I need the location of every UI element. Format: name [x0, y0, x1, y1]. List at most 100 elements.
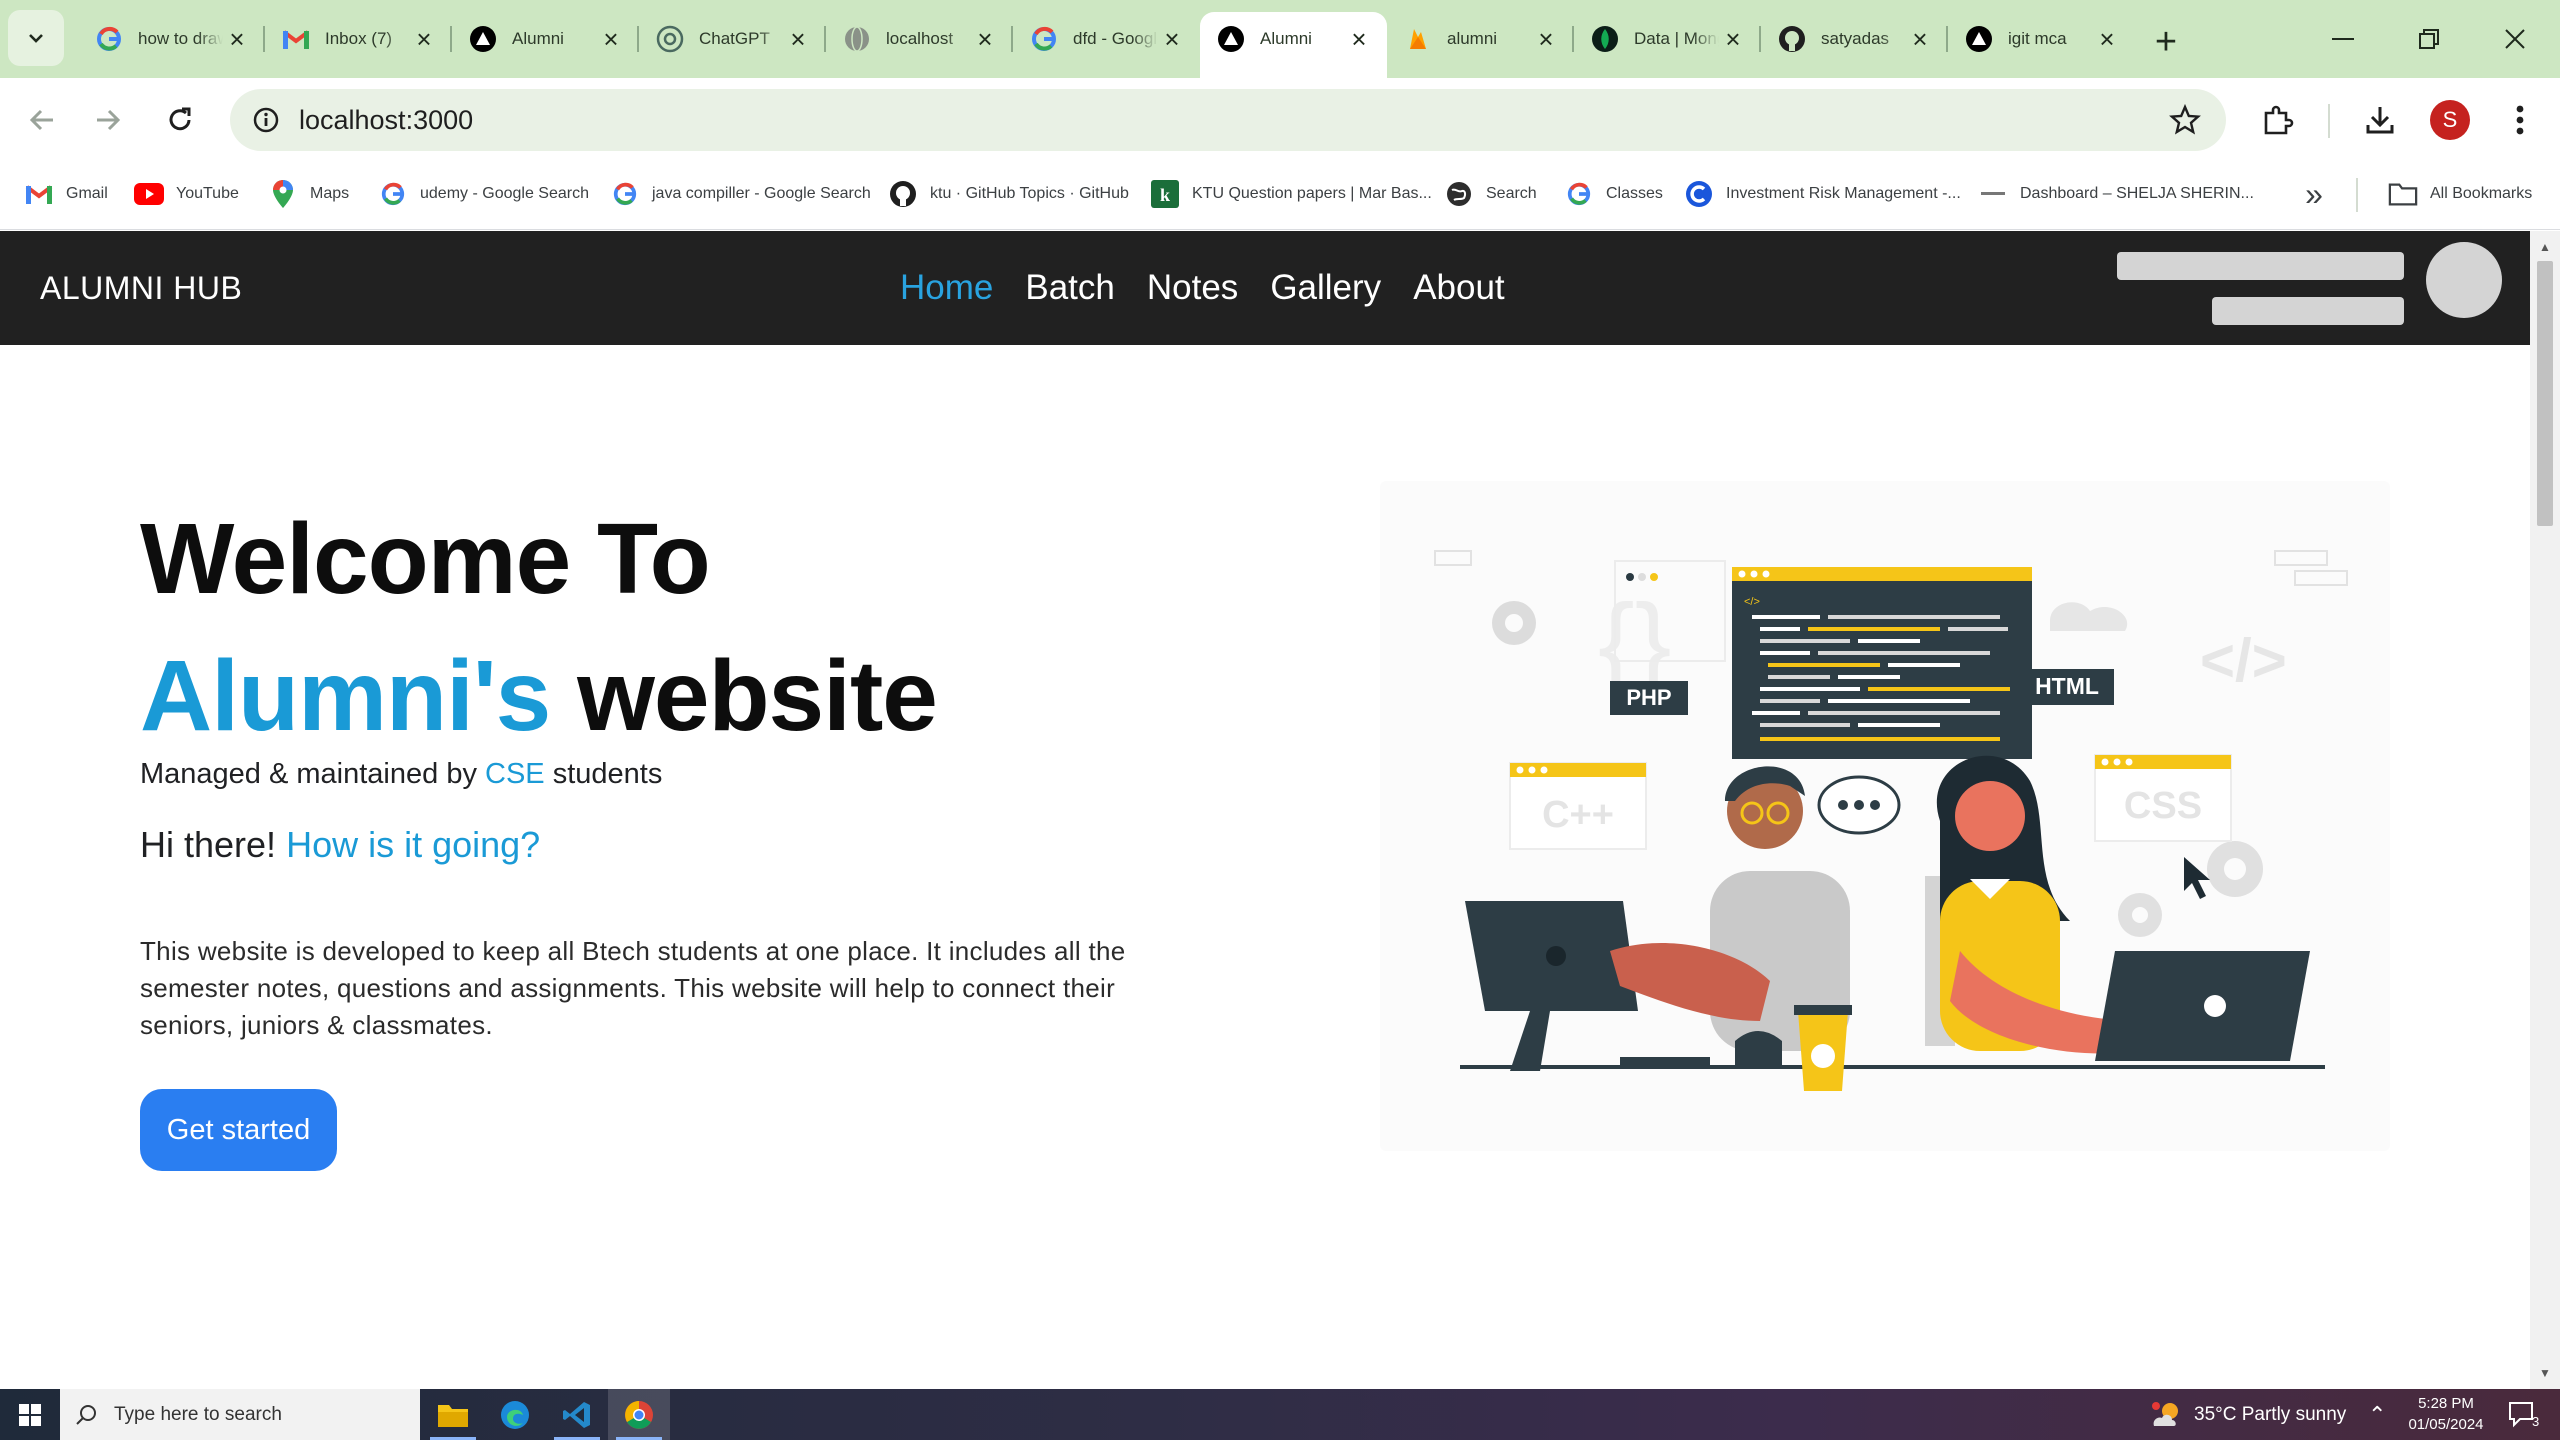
- bookmark-label: Maps: [310, 185, 350, 202]
- mouse-cursor-icon: [2184, 857, 2210, 899]
- chrome-menu-button[interactable]: [2496, 96, 2544, 144]
- downloads-button[interactable]: [2356, 96, 2404, 144]
- restore-button[interactable]: [2386, 0, 2472, 78]
- reload-icon: [169, 107, 191, 131]
- tab[interactable]: Inbox (7) ×: [265, 12, 452, 66]
- new-tab-button[interactable]: +: [2142, 18, 2190, 66]
- windows-logo-icon: [19, 1403, 41, 1426]
- bookmark-maps[interactable]: Maps: [268, 176, 349, 212]
- forward-button[interactable]: [84, 96, 132, 144]
- close-icon[interactable]: ×: [1158, 24, 1186, 54]
- weather-widget[interactable]: 35°C Partly sunny: [2150, 1389, 2346, 1440]
- close-window-button[interactable]: [2472, 0, 2558, 78]
- get-started-button[interactable]: Get started: [140, 1089, 337, 1171]
- nav-gallery[interactable]: Gallery: [1270, 268, 1381, 308]
- windows-start-button[interactable]: [0, 1389, 60, 1440]
- bookmark-label: udemy - Google Search: [420, 185, 589, 202]
- managed-suffix: students: [552, 758, 663, 790]
- tab[interactable]: Alumni ×: [452, 12, 639, 66]
- tab[interactable]: localhost ×: [826, 12, 1013, 66]
- tab[interactable]: alumni ×: [1387, 12, 1574, 66]
- tab-title: alumni: [1447, 29, 1498, 48]
- bookmark-ktu-papers[interactable]: k KTU Question papers | Mar Bas...: [1150, 176, 1432, 212]
- php-label: PHP: [1626, 685, 1671, 710]
- bookmark-gmail[interactable]: Gmail: [24, 176, 108, 212]
- reload-button[interactable]: [156, 96, 204, 144]
- taskbar-vscode[interactable]: [546, 1389, 608, 1440]
- taskbar-file-explorer[interactable]: [422, 1389, 484, 1440]
- close-icon[interactable]: ×: [1532, 24, 1560, 54]
- taskbar-clock[interactable]: 5:28 PM 01/05/2024: [2386, 1393, 2506, 1435]
- bookmark-label: Search: [1486, 185, 1537, 202]
- hero-title-accent: Alumni's: [140, 640, 551, 752]
- close-icon[interactable]: ×: [410, 24, 438, 54]
- bookmark-java-compiler-search[interactable]: java compiller - Google Search: [610, 176, 871, 212]
- github-icon: [888, 179, 918, 209]
- close-icon[interactable]: ×: [223, 24, 251, 54]
- bookmark-search[interactable]: Search: [1444, 176, 1537, 212]
- nav-batch[interactable]: Batch: [1025, 268, 1115, 308]
- nav-notes[interactable]: Notes: [1147, 268, 1238, 308]
- svg-text:</>: </>: [1744, 596, 1760, 608]
- gear-icon: [1492, 601, 1536, 645]
- hero-title-line1: Welcome To: [140, 503, 711, 615]
- tab[interactable]: how to draw ×: [78, 12, 265, 66]
- bookmark-udemy-search[interactable]: udemy - Google Search: [378, 176, 589, 212]
- close-icon[interactable]: ×: [597, 24, 625, 54]
- all-bookmarks-button[interactable]: All Bookmarks: [2388, 176, 2532, 212]
- svg-text:k: k: [1160, 185, 1170, 205]
- taskbar-edge[interactable]: [484, 1389, 546, 1440]
- download-icon: [2366, 107, 2394, 134]
- site-navbar: ALUMNI HUB Home Batch Notes Gallery Abou…: [0, 231, 2530, 345]
- profile-avatar[interactable]: S: [2430, 100, 2470, 140]
- tab[interactable]: dfd - Google ×: [1013, 12, 1200, 66]
- close-icon[interactable]: ×: [1345, 24, 1373, 54]
- tab-search-button[interactable]: [8, 10, 64, 66]
- close-icon[interactable]: ×: [784, 24, 812, 54]
- close-icon[interactable]: ×: [1906, 24, 1934, 54]
- back-button[interactable]: [18, 96, 66, 144]
- bookmark-investment-risk[interactable]: Investment Risk Management -...: [1684, 176, 1961, 212]
- tab[interactable]: igit mca ×: [1948, 12, 2135, 66]
- tab[interactable]: ChatGPT ×: [639, 12, 826, 66]
- notification-center-button[interactable]: 3: [2508, 1389, 2539, 1440]
- tray-expand-icon[interactable]: ⌃: [2368, 1389, 2386, 1440]
- mongodb-icon: [1590, 24, 1620, 54]
- close-icon[interactable]: ×: [2093, 24, 2121, 54]
- bookmark-label: ktu · GitHub Topics · GitHub: [930, 185, 1129, 202]
- nav-home[interactable]: Home: [900, 268, 993, 308]
- tab-title: Inbox (7): [325, 29, 393, 48]
- scroll-up-icon[interactable]: ▲: [2537, 239, 2553, 255]
- extensions-button[interactable]: [2254, 96, 2302, 144]
- tab-title: Alumni: [512, 29, 564, 48]
- nav-about[interactable]: About: [1413, 268, 1504, 308]
- bookmark-ktu-github[interactable]: ktu · GitHub Topics · GitHub: [888, 176, 1129, 212]
- tab[interactable]: satyadas ×: [1761, 12, 1948, 66]
- close-icon[interactable]: ×: [1719, 24, 1747, 54]
- google-icon: [378, 179, 408, 209]
- greeting-accent: How is it going?: [286, 824, 541, 865]
- site-brand[interactable]: ALUMNI HUB: [40, 231, 242, 345]
- bookmark-dashboard[interactable]: Dashboard – SHELJA SHERIN...: [1978, 176, 2254, 212]
- scroll-down-icon[interactable]: ▼: [2537, 1365, 2553, 1381]
- site-info-icon[interactable]: [246, 100, 286, 140]
- tab-title: igit mca: [2008, 29, 2067, 48]
- user-avatar-skeleton[interactable]: [2426, 242, 2502, 318]
- minimize-button[interactable]: [2300, 0, 2386, 78]
- tab-title: satyadas: [1821, 29, 1890, 48]
- site-nav-links: Home Batch Notes Gallery About: [900, 231, 1537, 345]
- tab-active[interactable]: Alumni ×: [1200, 12, 1387, 78]
- taskbar-search-box[interactable]: Type here to search: [60, 1389, 420, 1440]
- taskbar-chrome[interactable]: [608, 1389, 670, 1440]
- close-icon[interactable]: ×: [971, 24, 999, 54]
- chevron-double-right-icon[interactable]: »: [2296, 176, 2332, 212]
- windows-taskbar: Type here to search 35°C Partly sunny ⌃ …: [0, 1389, 2560, 1440]
- bookmark-youtube[interactable]: YouTube: [134, 176, 239, 212]
- tab[interactable]: Data | MongoDB ×: [1574, 12, 1761, 66]
- scrollbar-thumb[interactable]: [2537, 261, 2553, 526]
- bookmarks-bar: Gmail YouTube Maps udemy - Google Search…: [0, 162, 2560, 230]
- page-scrollbar[interactable]: ▲ ▼: [2530, 231, 2560, 1389]
- bookmark-star-icon[interactable]: [2166, 101, 2204, 139]
- bookmark-classes[interactable]: Classes: [1564, 176, 1663, 212]
- address-bar[interactable]: localhost:3000: [230, 89, 2226, 151]
